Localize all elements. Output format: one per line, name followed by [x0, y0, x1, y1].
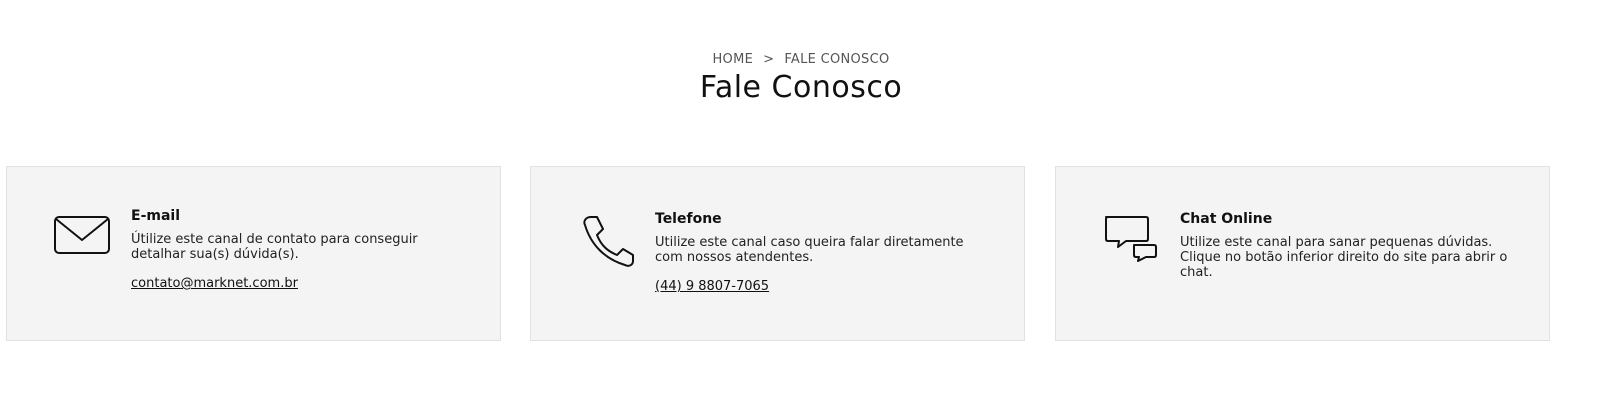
email-card-title: E-mail	[131, 208, 181, 224]
phone-icon	[577, 213, 635, 267]
breadcrumb-home-link[interactable]: HOME	[712, 52, 753, 67]
breadcrumb: HOME > FALE CONOSCO	[0, 52, 1602, 67]
email-contact-card: E-mail Útilize este canal de contato par…	[6, 166, 501, 341]
chat-bubbles-icon	[1102, 213, 1160, 265]
email-card-description: Útilize este canal de contato para conse…	[131, 232, 418, 262]
phone-card-description: Utilize este canal caso queira falar dir…	[655, 235, 964, 265]
chat-contact-card: Chat Online Utilize este canal para sana…	[1055, 166, 1550, 341]
envelope-icon	[53, 213, 111, 265]
email-address-link[interactable]: contato@marknet.com.br	[131, 276, 298, 291]
phone-card-title: Telefone	[655, 211, 722, 227]
chat-card-title: Chat Online	[1180, 211, 1273, 227]
breadcrumb-current: FALE CONOSCO	[784, 52, 890, 67]
chat-card-description: Utilize este canal para sanar pequenas d…	[1180, 235, 1508, 280]
page-title: Fale Conosco	[699, 70, 903, 105]
phone-number-link[interactable]: (44) 9 8807-7065	[655, 279, 769, 294]
phone-contact-card: Telefone Utilize este canal caso queira …	[530, 166, 1025, 341]
breadcrumb-separator: >	[763, 52, 775, 67]
